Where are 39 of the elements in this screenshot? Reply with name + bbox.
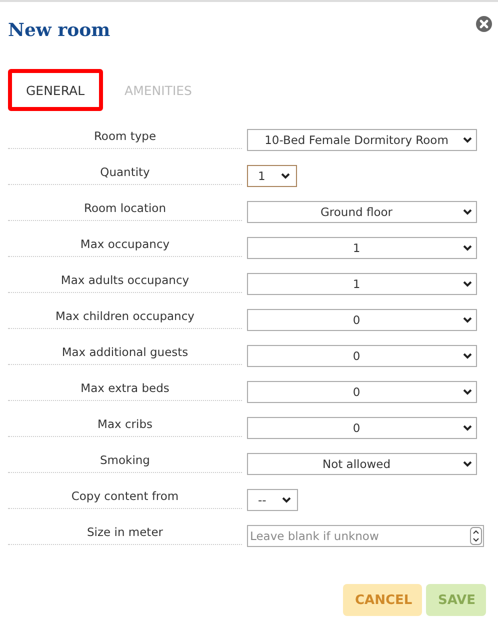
dropdown[interactable]: 0 xyxy=(247,417,477,439)
field-label: Size in meter xyxy=(8,521,242,545)
chevron-down-icon xyxy=(463,425,472,431)
chevron-down-icon xyxy=(463,389,472,395)
dropdown[interactable]: 10-Bed Female Dormitory Room xyxy=(247,129,477,151)
chevron-down-icon xyxy=(463,209,472,215)
dropdown[interactable]: Not allowed xyxy=(247,453,477,475)
chevron-down-icon xyxy=(463,461,472,467)
field-label: Max occupancy xyxy=(8,233,242,257)
dropdown[interactable]: 0 xyxy=(247,381,477,403)
field-label: Max additional guests xyxy=(8,341,242,365)
spinner-arrows-icon[interactable] xyxy=(470,527,482,545)
field-label: Quantity xyxy=(8,161,242,185)
chevron-down-icon xyxy=(282,497,292,503)
dialog-title: New room xyxy=(8,20,110,41)
dropdown[interactable]: 1 xyxy=(247,273,477,295)
dropdown[interactable]: 1 xyxy=(247,165,298,187)
field-label: Copy content from xyxy=(8,485,242,509)
chevron-down-icon xyxy=(463,353,472,359)
chevron-down-icon xyxy=(463,137,472,143)
chevron-down-icon xyxy=(463,281,472,287)
field-label: Max children occupancy xyxy=(8,305,242,329)
close-icon[interactable] xyxy=(476,16,492,32)
field-label: Max adults occupancy xyxy=(8,269,242,293)
field-label: Max extra beds xyxy=(8,377,242,401)
field-label: Room type xyxy=(8,125,242,149)
dropdown[interactable]: Ground floor xyxy=(247,201,477,223)
dropdown[interactable]: 1 xyxy=(247,237,477,259)
dropdown[interactable]: -- xyxy=(247,489,298,511)
field-label: Smoking xyxy=(8,449,242,473)
number-field[interactable]: Leave blank if unknow xyxy=(247,525,484,547)
chevron-down-icon xyxy=(463,245,472,251)
tab[interactable]: GENERAL xyxy=(8,69,103,111)
dropdown[interactable]: 0 xyxy=(247,345,477,367)
field-label: Max cribs xyxy=(8,413,242,437)
chevron-down-icon xyxy=(463,317,472,323)
chevron-down-icon xyxy=(281,173,290,179)
field-label: Room location xyxy=(8,197,242,221)
dropdown[interactable]: 0 xyxy=(247,309,477,331)
